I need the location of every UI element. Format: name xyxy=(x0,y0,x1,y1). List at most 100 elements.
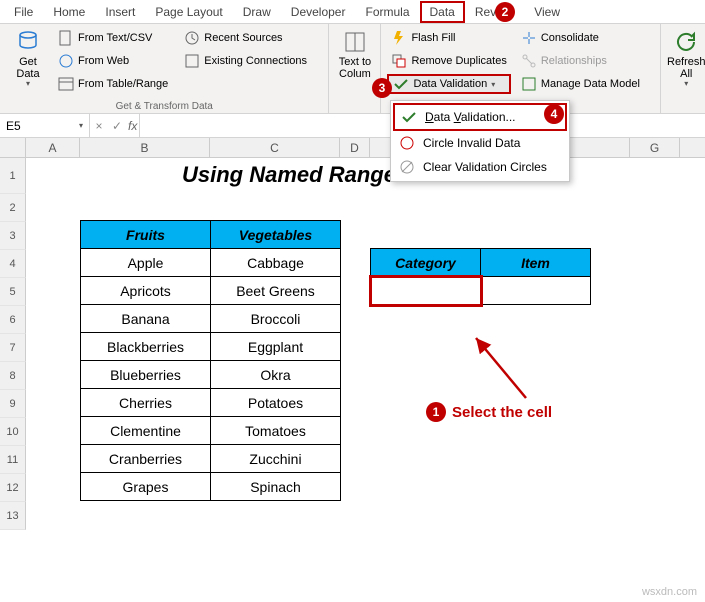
tab-developer[interactable]: Developer xyxy=(281,1,356,23)
row-9[interactable]: 9 xyxy=(0,390,26,418)
cell[interactable]: Grapes xyxy=(81,473,211,501)
selected-cell-E5[interactable] xyxy=(371,277,481,305)
col-D[interactable]: D xyxy=(340,138,370,157)
col-A[interactable]: A xyxy=(26,138,80,157)
row-8[interactable]: 8 xyxy=(0,362,26,390)
cell[interactable]: Apricots xyxy=(81,277,211,305)
cell[interactable]: Beet Greens xyxy=(211,277,341,305)
row-12[interactable]: 12 xyxy=(0,474,26,502)
chevron-down-icon: ▾ xyxy=(491,80,495,89)
callout-1: 1 xyxy=(426,402,446,422)
cell[interactable]: Cabbage xyxy=(211,249,341,277)
row-10[interactable]: 10 xyxy=(0,418,26,446)
remove-dup-icon xyxy=(391,53,407,69)
relationships-button: Relationships xyxy=(517,51,644,71)
enter-formula-icon: ✓ xyxy=(108,119,126,133)
cell[interactable]: Spinach xyxy=(211,473,341,501)
file-icon xyxy=(58,30,74,46)
tab-data[interactable]: Data xyxy=(420,1,465,23)
fx-button[interactable]: fx xyxy=(126,119,139,133)
worksheet: A B C D E F G 1 2 3 4 5 6 7 8 9 10 11 12… xyxy=(0,138,705,158)
th-fruits[interactable]: Fruits xyxy=(81,221,211,249)
tab-view[interactable]: View xyxy=(524,1,570,23)
tab-pagelayout[interactable]: Page Layout xyxy=(145,1,232,23)
chevron-down-icon: ▾ xyxy=(684,80,688,89)
row-4[interactable]: 4 xyxy=(0,250,26,278)
data-model-icon xyxy=(521,76,537,92)
row-6[interactable]: 6 xyxy=(0,306,26,334)
relationship-icon xyxy=(521,53,537,69)
row-2[interactable]: 2 xyxy=(0,194,26,222)
dd-data-validation[interactable]: Data Validation... xyxy=(393,103,567,131)
dd-clear-circles[interactable]: Clear Validation Circles xyxy=(393,155,567,179)
dd-circle-invalid[interactable]: Circle Invalid Data xyxy=(393,131,567,155)
validation-icon xyxy=(393,76,409,92)
table-icon xyxy=(58,76,74,92)
consolidate-button[interactable]: Consolidate xyxy=(517,28,644,48)
get-data-label: Get Data xyxy=(6,56,50,80)
recent-sources-button[interactable]: Recent Sources xyxy=(180,28,311,48)
row-11[interactable]: 11 xyxy=(0,446,26,474)
page-title: Using Named Range xyxy=(182,162,396,188)
get-data-button[interactable]: Get Data ▾ xyxy=(6,26,50,99)
cell[interactable]: Clementine xyxy=(81,417,211,445)
refresh-all-button[interactable]: Refresh All ▾ xyxy=(667,26,705,99)
select-all-corner[interactable] xyxy=(0,138,26,157)
chevron-down-icon: ▾ xyxy=(79,121,83,130)
th-vegetables[interactable]: Vegetables xyxy=(211,221,341,249)
callout-4: 4 xyxy=(544,104,564,124)
manage-data-model-button[interactable]: Manage Data Model xyxy=(517,74,644,94)
globe-icon xyxy=(58,53,74,69)
remove-duplicates-button[interactable]: Remove Duplicates xyxy=(387,51,510,71)
tab-home[interactable]: Home xyxy=(43,1,95,23)
selection-table: CategoryItem xyxy=(370,248,591,305)
cell[interactable]: Banana xyxy=(81,305,211,333)
cell[interactable]: Blueberries xyxy=(81,361,211,389)
from-web-button[interactable]: From Web xyxy=(54,51,172,71)
annotation-select-cell: 1 Select the cell xyxy=(426,402,552,422)
cell[interactable]: Broccoli xyxy=(211,305,341,333)
cell[interactable]: Tomatoes xyxy=(211,417,341,445)
formula-bar: E5▾ × ✓ fx xyxy=(0,114,705,138)
tab-draw[interactable]: Draw xyxy=(233,1,281,23)
cell[interactable]: Zucchini xyxy=(211,445,341,473)
from-table-range-button[interactable]: From Table/Range xyxy=(54,74,172,94)
cell[interactable]: Cranberries xyxy=(81,445,211,473)
row-13[interactable]: 13 xyxy=(0,502,26,530)
flash-icon xyxy=(391,30,407,46)
watermark: wsxdn.com xyxy=(642,586,697,598)
col-G[interactable]: G xyxy=(630,138,680,157)
annotation-arrow xyxy=(466,328,546,408)
cell[interactable]: Okra xyxy=(211,361,341,389)
cell[interactable]: Eggplant xyxy=(211,333,341,361)
cancel-formula-icon: × xyxy=(90,119,108,133)
row-5[interactable]: 5 xyxy=(0,278,26,306)
tab-file[interactable]: File xyxy=(4,1,43,23)
tab-insert[interactable]: Insert xyxy=(95,1,145,23)
consolidate-icon xyxy=(521,30,537,46)
produce-table: FruitsVegetables AppleCabbage ApricotsBe… xyxy=(80,220,341,501)
flash-fill-button[interactable]: Flash Fill xyxy=(387,28,510,48)
existing-connections-button[interactable]: Existing Connections xyxy=(180,51,311,71)
text-to-columns-button[interactable]: Text to Colum xyxy=(335,26,374,99)
data-validation-button[interactable]: Data Validation ▾ xyxy=(387,74,510,94)
tab-formulas[interactable]: Formula xyxy=(355,1,419,23)
cell[interactable]: Cherries xyxy=(81,389,211,417)
cell[interactable]: Blackberries xyxy=(81,333,211,361)
cell[interactable]: Apple xyxy=(81,249,211,277)
th-item[interactable]: Item xyxy=(481,249,591,277)
col-C[interactable]: C xyxy=(210,138,340,157)
row-3[interactable]: 3 xyxy=(0,222,26,250)
from-text-csv-button[interactable]: From Text/CSV xyxy=(54,28,172,48)
columns-icon xyxy=(343,30,367,54)
th-category[interactable]: Category xyxy=(371,249,481,277)
cell[interactable]: Potatoes xyxy=(211,389,341,417)
row-1[interactable]: 1 xyxy=(0,158,26,194)
callout-3: 3 xyxy=(372,78,392,98)
recent-icon xyxy=(184,30,200,46)
name-box[interactable]: E5▾ xyxy=(0,114,90,137)
row-7[interactable]: 7 xyxy=(0,334,26,362)
cell-F5[interactable] xyxy=(481,277,591,305)
col-B[interactable]: B xyxy=(80,138,210,157)
data-validation-dropdown: Data Validation... Circle Invalid Data C… xyxy=(390,100,570,182)
